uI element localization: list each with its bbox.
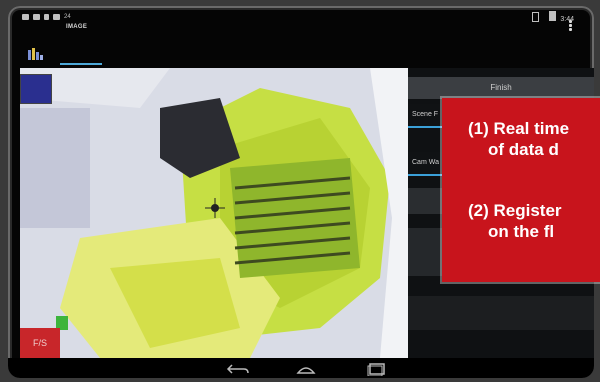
overflow-menu-icon[interactable]	[569, 20, 572, 32]
mail-icon	[53, 14, 60, 20]
notification-icons: 24	[22, 14, 71, 20]
panel-button[interactable]	[408, 296, 594, 330]
tab-indicator	[60, 63, 102, 65]
home-icon[interactable]	[294, 362, 318, 376]
mail-icon	[22, 14, 29, 20]
download-icon	[44, 14, 49, 20]
app-logo-icon	[28, 48, 44, 60]
annotation-line: (2) Register	[468, 201, 562, 220]
status-right: 3:44	[532, 11, 574, 23]
navigation-bar	[8, 358, 594, 378]
battery-icon	[549, 11, 557, 21]
action-bar	[8, 34, 594, 64]
vibrate-icon	[532, 12, 540, 22]
annotation-item-1: (1) Real time of data d	[468, 118, 569, 160]
depth-camera-view[interactable]	[20, 68, 408, 358]
finish-button[interactable]: Finish	[408, 77, 594, 99]
status-bar: 24 3:44	[8, 6, 594, 28]
mail-icon	[33, 14, 40, 20]
annotation-box: (1) Real time of data d (2) Register on …	[442, 98, 600, 282]
annotation-item-2: (2) Register on the fl	[468, 200, 562, 242]
annotation-line: of data d	[488, 140, 559, 159]
top-left-button[interactable]	[20, 74, 52, 104]
back-icon[interactable]	[226, 362, 250, 376]
app-title: IMAGE	[66, 24, 88, 30]
annotation-line: on the fl	[488, 222, 555, 241]
depth-image	[20, 68, 408, 358]
notification-count: 24	[64, 14, 71, 20]
fs-button[interactable]: F/S	[20, 328, 60, 358]
recents-icon[interactable]	[364, 362, 388, 376]
annotation-line: (1) Real time	[468, 119, 570, 138]
